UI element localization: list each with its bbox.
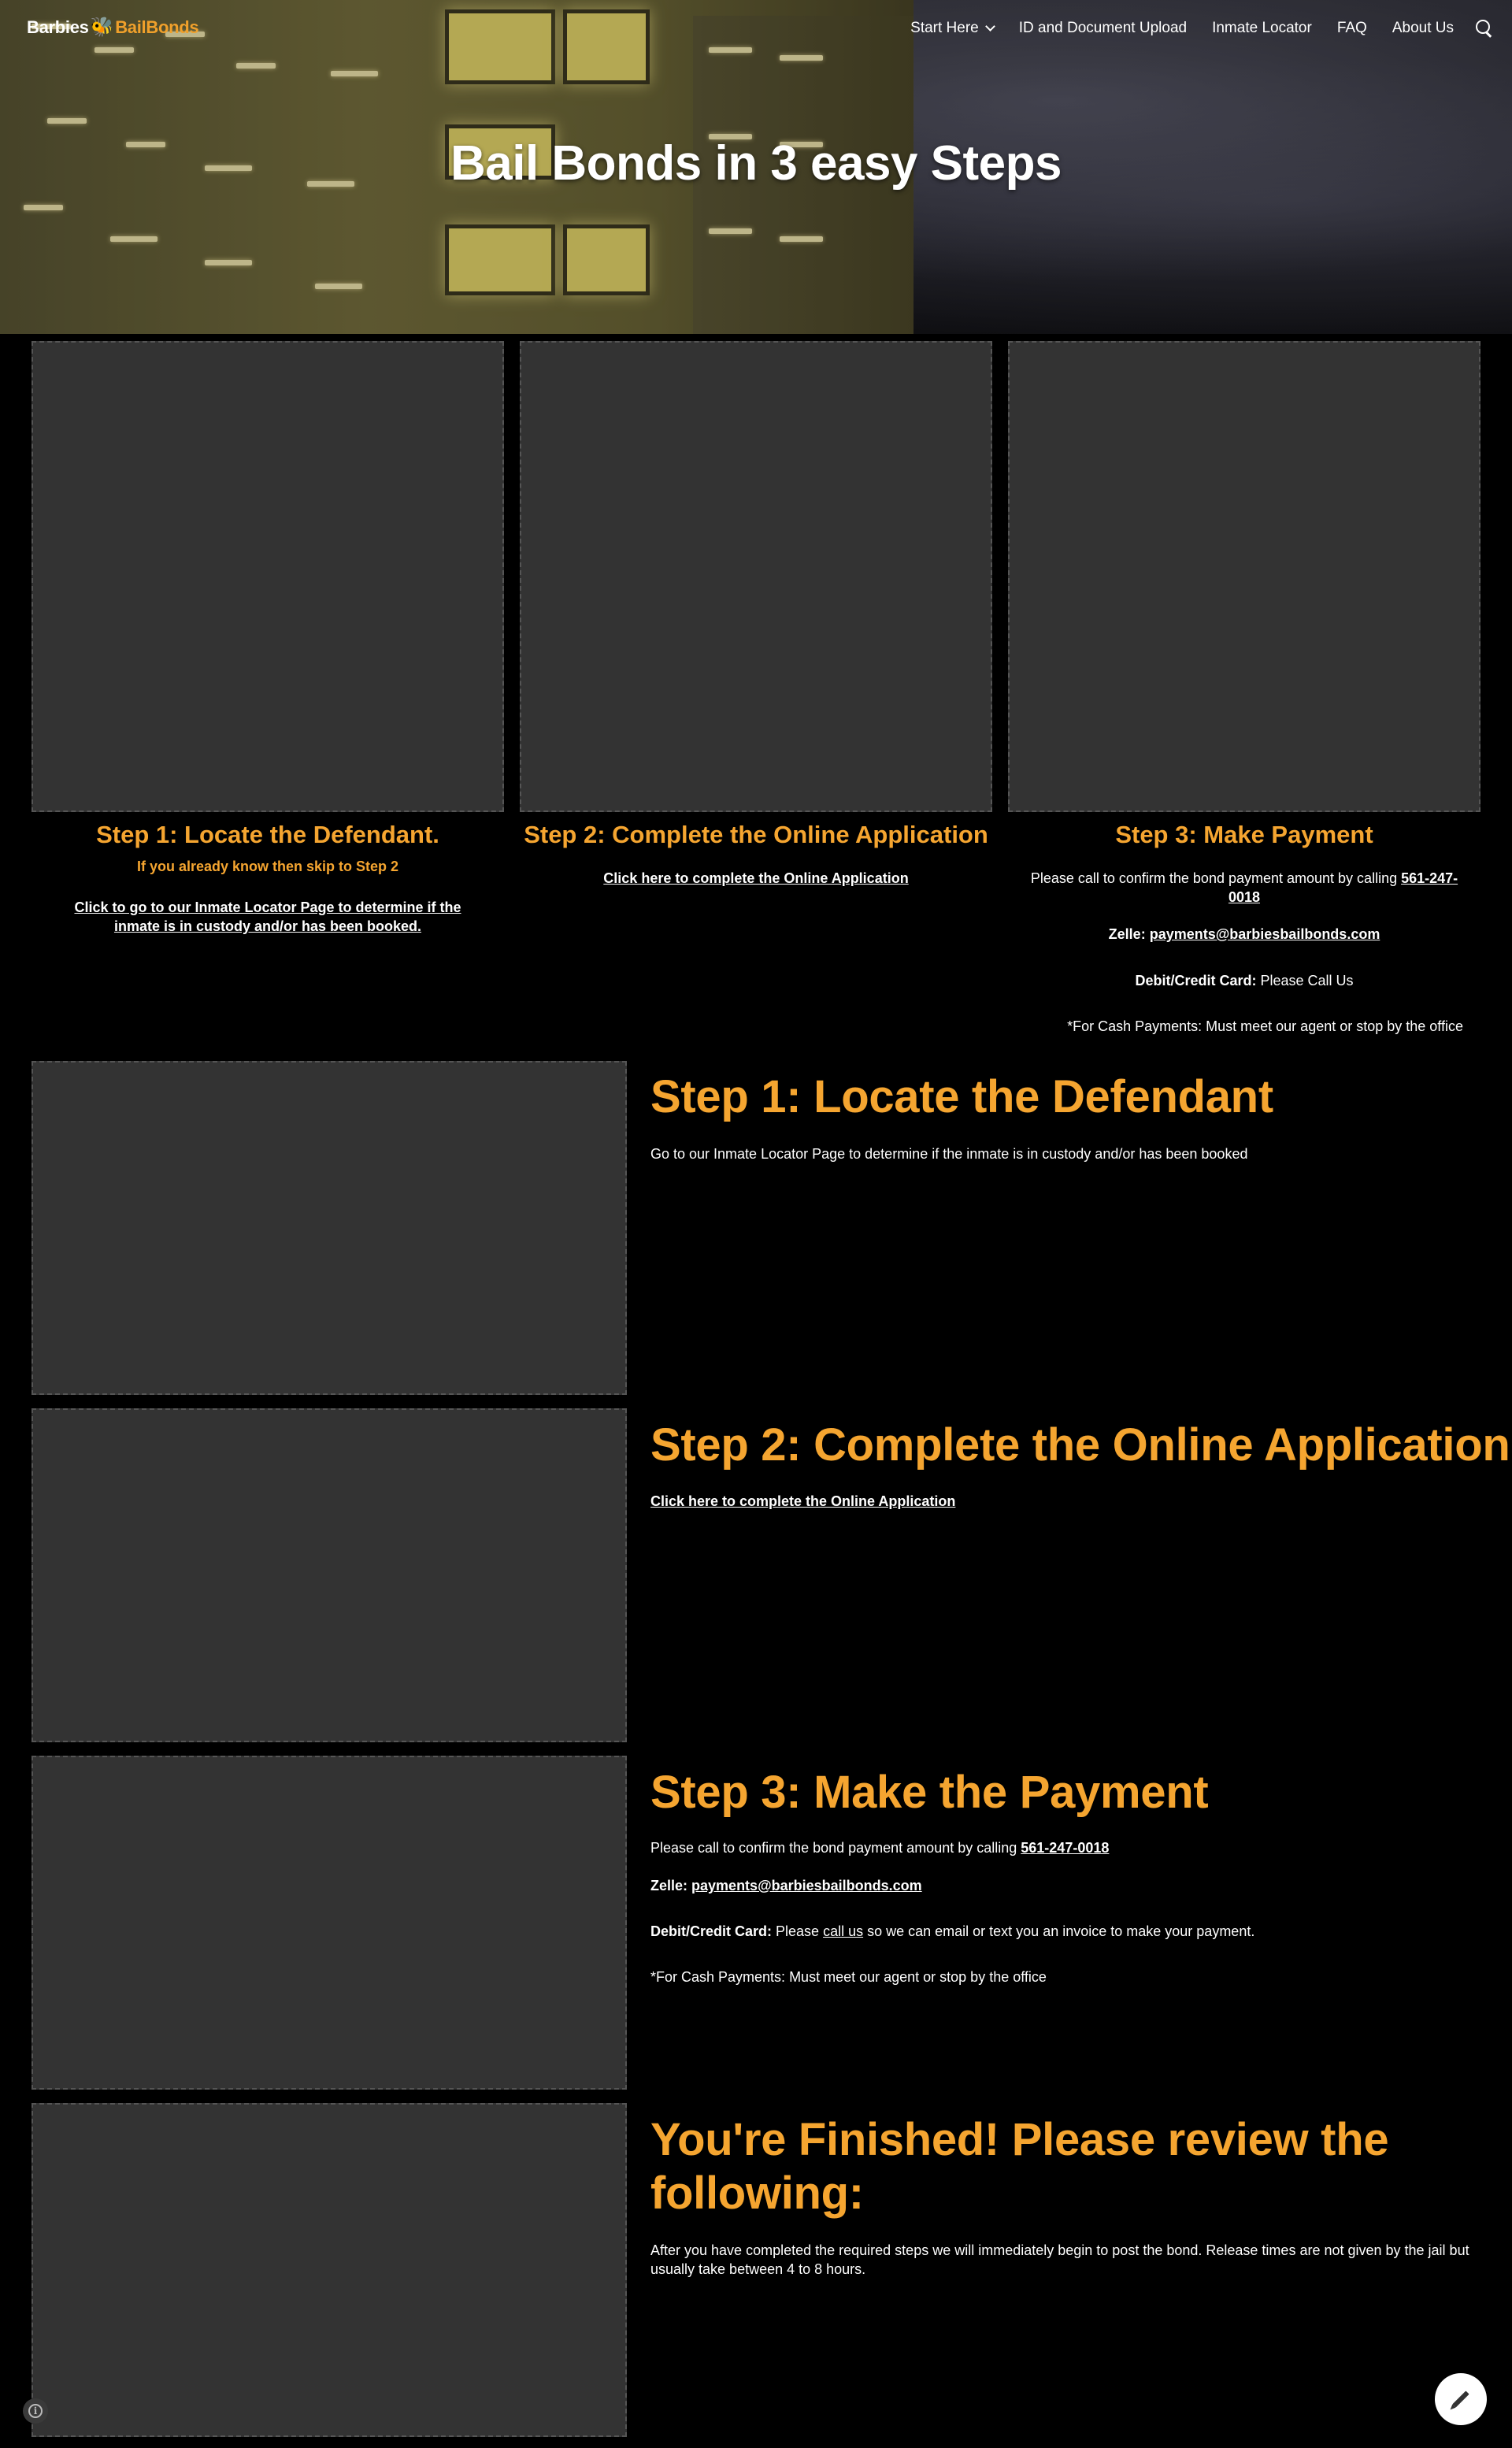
section3-zelle: Zelle: payments@barbiesbailbonds.com [650,1876,922,1895]
section4-text: After you have completed the required st… [650,2242,1469,2277]
section1-text: Go to our Inmate Locator Page to determi… [650,1146,1248,1162]
section3-card-text-a: Please [772,1923,824,1939]
section3-zelle-email-link[interactable]: payments@barbiesbailbonds.com [691,1878,922,1893]
inmate-locator-link[interactable]: Click to go to our Inmate Locator Page t… [55,898,480,936]
nav-about-us[interactable]: About Us [1380,20,1466,37]
section3-cash: *For Cash Payments: Must meet our agent … [650,1969,1047,1985]
section3-phone-link[interactable]: 561-247-0018 [1021,1840,1109,1856]
nav-inmate-locator[interactable]: Inmate Locator [1199,20,1325,37]
section3-image-placeholder [32,1756,627,2090]
col3-call-text: Please call to confirm the bond payment … [1016,869,1473,907]
zelle-email-link[interactable]: payments@barbiesbailbonds.com [1150,926,1380,942]
col2-title: Step 2: Complete the Online Application [524,821,988,848]
section2-link-wrap: Click here to complete the Online Applic… [650,1492,955,1511]
col1-title: Step 1: Locate the Defendant. [96,821,439,848]
step3-image-placeholder [1008,341,1480,812]
section3-call-label: Please call to confirm the bond payment … [650,1840,1021,1856]
info-glyph: i [28,2404,43,2418]
zelle-label: Zelle: [1108,926,1146,942]
section2-image-placeholder [32,1408,627,1742]
section3-heading: Step 3: Make the Payment [650,1767,1209,1818]
col1-subtitle: If you already know then skip to Step 2 [136,859,399,874]
pencil-icon [1452,2391,1469,2408]
top-nav: Start Here ID and Document Upload Inmate… [898,17,1498,39]
site-logo[interactable]: Barbies 🐝 BailBonds [27,16,199,39]
section4-image-placeholder [32,2103,627,2437]
col3-cash: *For Cash Payments: Must meet our agent … [1067,1018,1463,1034]
col3-card: Debit/Credit Card: Please Call Us [1016,971,1473,990]
logo-text-bailbonds: BailBonds [115,17,199,37]
nav-id-document-upload[interactable]: ID and Document Upload [1006,20,1199,37]
nav-faq[interactable]: FAQ [1325,20,1380,37]
chevron-down-icon[interactable] [984,21,995,32]
section3-zelle-label: Zelle: [650,1878,688,1893]
step1-image-placeholder [32,341,504,812]
section4-heading-line2: following: [650,2168,864,2219]
section3-card-text-b: so we can email or text you an invoice t… [863,1923,1255,1939]
section2-application-link[interactable]: Click here to complete the Online Applic… [650,1493,955,1509]
section1-heading: Step 1: Locate the Defendant [650,1071,1273,1122]
section3-card-label: Debit/Credit Card: [650,1923,773,1939]
col3-title: Step 3: Make Payment [1115,821,1373,848]
section3-call: Please call to confirm the bond payment … [650,1838,1109,1857]
search-icon[interactable] [1469,17,1498,39]
online-application-link[interactable]: Click here to complete the Online Applic… [520,869,992,888]
logo-text-barbies: Barbies [27,17,89,37]
page-title: Bail Bonds in 3 easy Steps [450,136,1062,191]
section4-heading-line1: You're Finished! Please review the [650,2114,1389,2165]
section4-heading: You're Finished! Please review the follo… [650,2113,1389,2220]
hero-banner: Barbies 🐝 BailBonds Start Here ID and Do… [0,0,1512,334]
nav-start-here-label: Start Here [910,20,979,36]
section2-heading: Step 2: Complete the Online Application [650,1419,1510,1471]
section3-card: Debit/Credit Card: Please call us so we … [650,1922,1254,1941]
col3-zelle: Zelle: payments@barbiesbailbonds.com [1016,925,1473,944]
card-text: Please Call Us [1256,973,1354,988]
section1-image-placeholder [32,1061,627,1395]
card-label: Debit/Credit Card: [1135,973,1257,988]
bee-icon: 🐝 [90,17,114,38]
info-icon[interactable]: i [23,2398,48,2424]
edit-button[interactable] [1435,2373,1487,2425]
step2-image-placeholder [520,341,992,812]
section3-call-us-link[interactable]: call us [823,1923,863,1939]
col3-call-label: Please call to confirm the bond payment … [1030,870,1402,886]
nav-start-here[interactable]: Start Here [898,20,1006,37]
